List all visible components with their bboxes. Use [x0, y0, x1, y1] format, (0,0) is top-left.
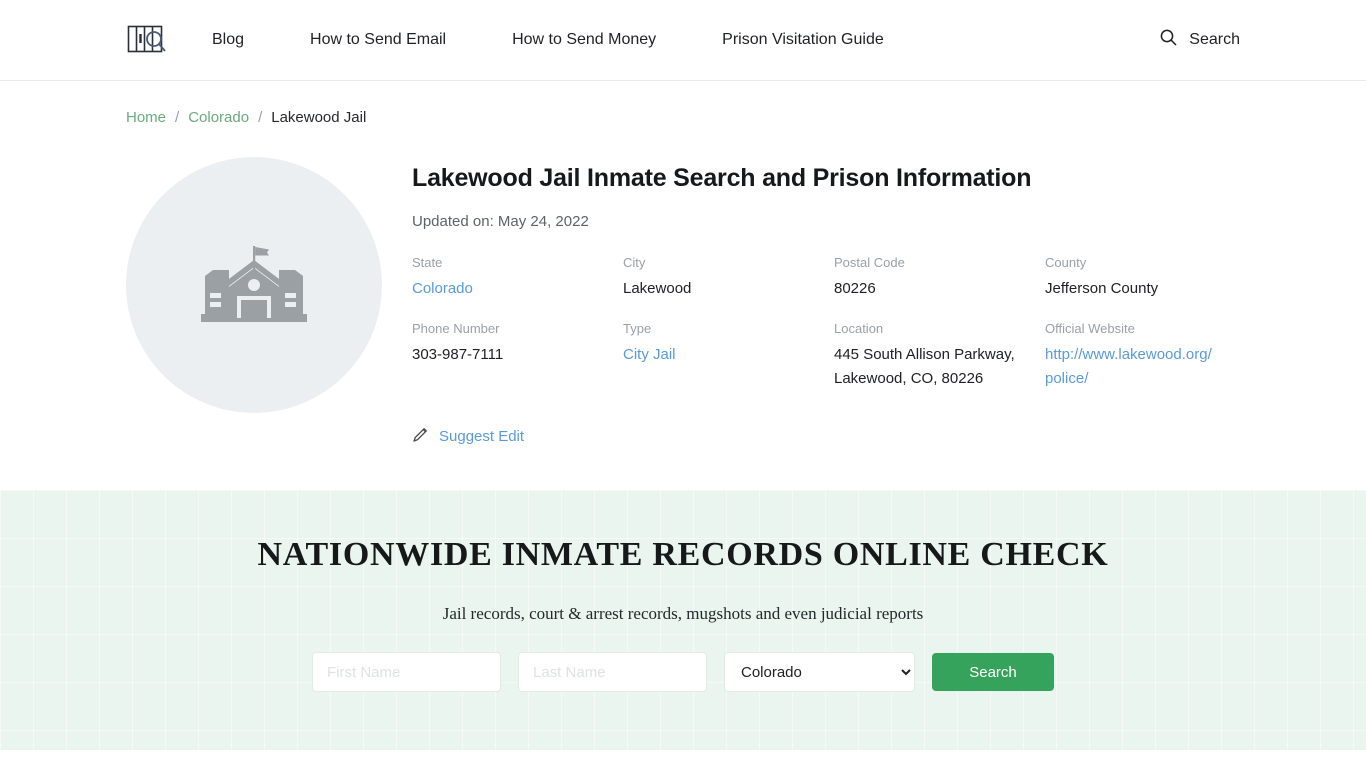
info-value-location: 445 South Allison Parkway, Lakewood, CO,…	[834, 345, 1015, 387]
info-label: State	[412, 255, 443, 270]
search-icon	[1160, 29, 1177, 51]
info-value-type[interactable]: City Jail	[623, 346, 676, 363]
facility-info-grid: State Colorado City Lakewood Postal Code…	[412, 255, 1240, 391]
pencil-icon-svg	[413, 427, 427, 442]
suggest-edit-button[interactable]: Suggest Edit	[412, 426, 524, 448]
info-cell-official-website: Official Website http://www.lakewood.org…	[1045, 321, 1240, 391]
info-cell-state: State Colorado	[412, 255, 623, 301]
info-label: Phone Number	[412, 320, 500, 336]
nav-item-how-to-send-email[interactable]: How to Send Email	[277, 32, 479, 48]
last-name-input[interactable]	[518, 652, 707, 693]
nav-item-blog[interactable]: Blog	[212, 32, 277, 48]
facility-profile: Lakewood Jail Inmate Search and Prison I…	[0, 126, 1366, 448]
info-label: City	[623, 255, 646, 270]
nationwide-search-section: NATIONWIDE INMATE RECORDS ONLINE CHECK J…	[0, 490, 1366, 750]
jail-bars-magnifier-logo-svg	[127, 25, 166, 53]
info-value-city: Lakewood	[623, 279, 692, 297]
breadcrumb: Home / Colorado / Lakewood Jail	[0, 81, 1366, 126]
info-cell-postal-code: Postal Code 80226	[834, 255, 1045, 301]
updated-on: Updated on: May 24, 2022	[412, 213, 589, 230]
avatar	[126, 157, 382, 413]
inmate-search-form: Colorado Search	[0, 652, 1366, 693]
info-cell-type: Type City Jail	[623, 321, 834, 391]
pencil-icon	[412, 426, 429, 448]
search-icon-svg	[1160, 29, 1177, 46]
main-nav: Blog How to Send Email How to Send Money…	[212, 32, 917, 48]
promo-subtitle: Jail records, court & arrest records, mu…	[442, 604, 924, 624]
info-cell-location: Location 445 South Allison Parkway, Lake…	[834, 321, 1045, 391]
info-label: Official Website	[1045, 320, 1135, 336]
suggest-edit-label: Suggest Edit	[439, 428, 525, 446]
info-value-postal-code: 80226	[834, 279, 876, 297]
school-building-icon	[201, 246, 307, 322]
jail-bars-magnifier-logo[interactable]	[126, 21, 168, 59]
breadcrumb-current: Lakewood Jail	[271, 109, 367, 126]
info-label: County	[1045, 255, 1087, 270]
breadcrumb-home[interactable]: Home	[126, 109, 166, 126]
search-button[interactable]: Search	[932, 653, 1054, 692]
nav-item-how-to-send-money[interactable]: How to Send Money	[479, 32, 689, 48]
breadcrumb-colorado[interactable]: Colorado	[188, 109, 249, 126]
info-value-official-website[interactable]: http://www.lakewood.org/police/	[1045, 343, 1220, 391]
header-search-button[interactable]: Search	[1160, 29, 1240, 51]
profile-body: Lakewood Jail Inmate Search and Prison I…	[412, 157, 1240, 448]
promo-title: NATIONWIDE INMATE RECORDS ONLINE CHECK	[257, 535, 1109, 573]
state-select[interactable]: Colorado	[724, 652, 915, 693]
info-value-phone-number: 303-987-7111	[412, 345, 504, 363]
first-name-input[interactable]	[312, 652, 501, 693]
info-cell-phone-number: Phone Number 303-987-7111	[412, 321, 623, 391]
info-label: Location	[834, 320, 884, 336]
nav-item-prison-visitation-guide[interactable]: Prison Visitation Guide	[689, 32, 917, 48]
site-header: Blog How to Send Email How to Send Money…	[0, 0, 1366, 81]
info-label: Postal Code	[834, 255, 905, 270]
info-value-state[interactable]: Colorado	[412, 280, 473, 297]
info-cell-county: County Jefferson County	[1045, 255, 1240, 301]
info-label: Type	[623, 320, 652, 336]
header-search-label: Search	[1189, 31, 1240, 48]
info-cell-city: City Lakewood	[623, 255, 834, 301]
info-value-county: Jefferson County	[1045, 279, 1159, 297]
breadcrumb-separator: /	[258, 109, 263, 126]
page-title: Lakewood Jail Inmate Search and Prison I…	[412, 164, 1032, 192]
breadcrumb-separator: /	[175, 109, 180, 126]
